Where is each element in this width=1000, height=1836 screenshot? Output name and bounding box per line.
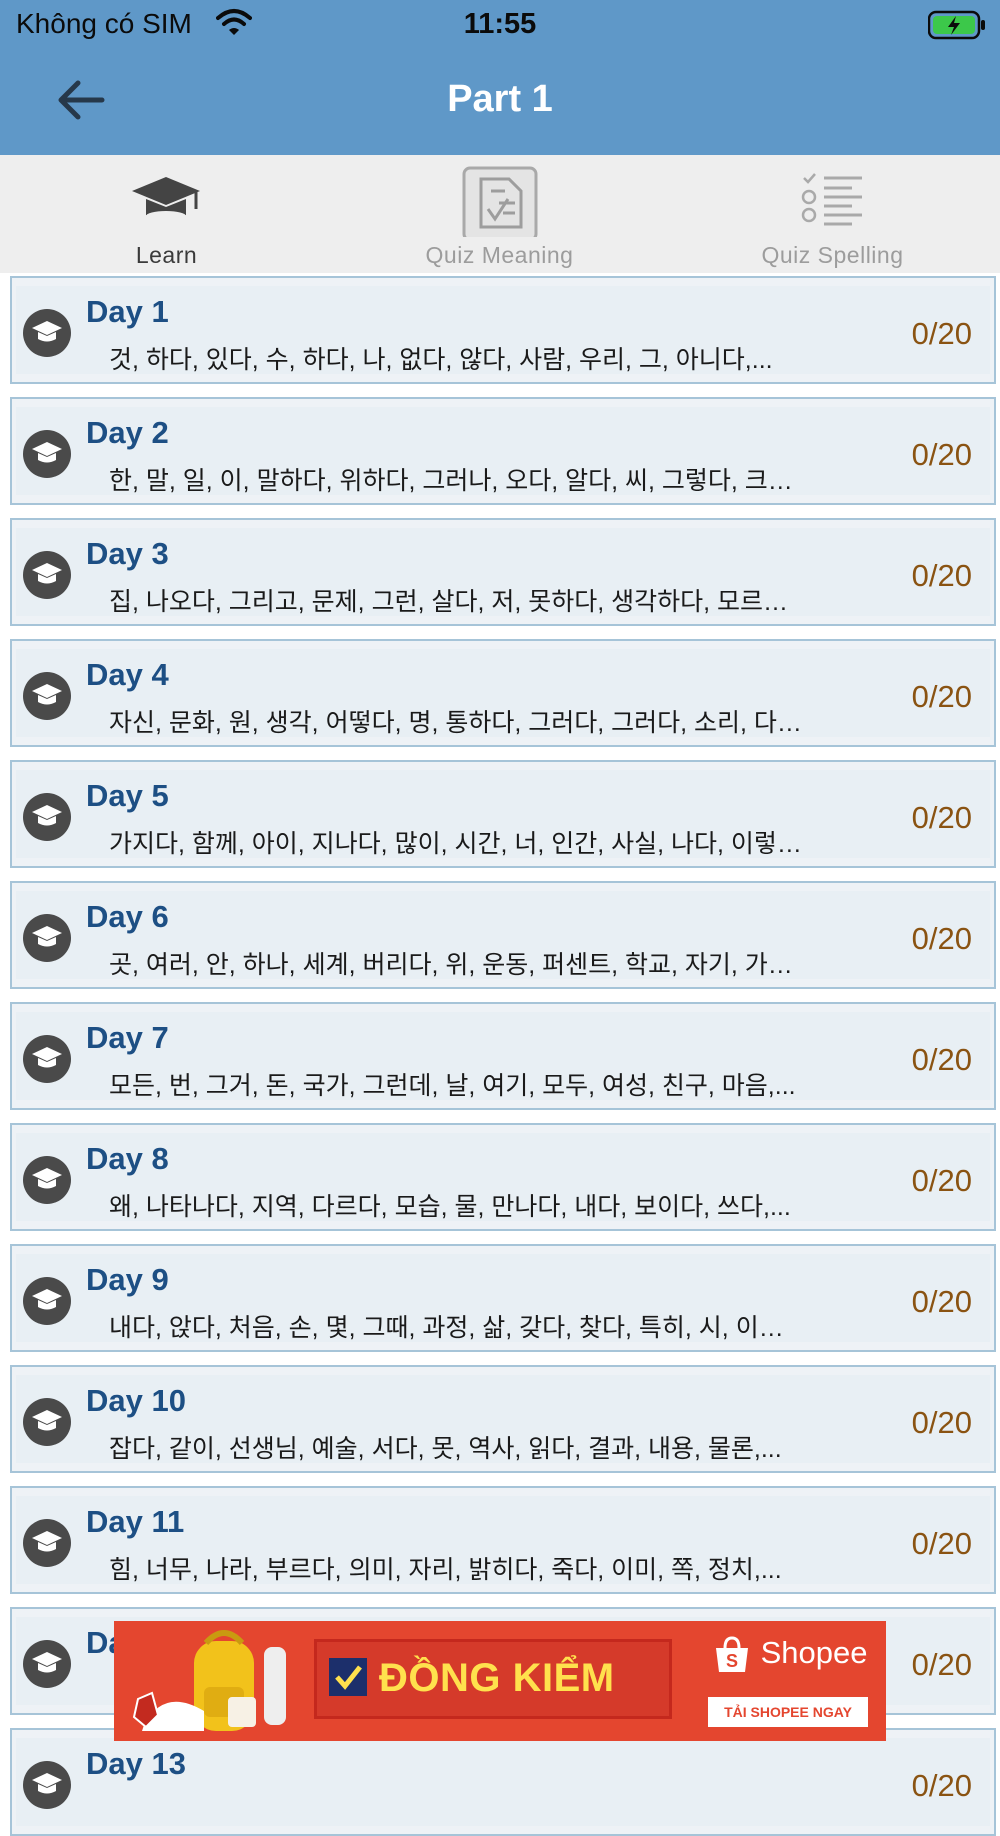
- list-item[interactable]: Day 5 가지다, 함께, 아이, 지나다, 많이, 시간, 너, 인간, 사…: [10, 760, 996, 868]
- app-header: Không có SIM 11:55 Part 1: [0, 0, 1000, 155]
- day-progress: 0/20: [911, 437, 972, 472]
- day-progress: 0/20: [911, 1526, 972, 1561]
- list-item[interactable]: Day 3 집, 나오다, 그리고, 문제, 그런, 살다, 저, 못하다, 생…: [10, 518, 996, 626]
- tab-bar: Learn Quiz Meaning Quiz Spelling: [0, 155, 1000, 273]
- page-title: Part 1: [447, 78, 553, 120]
- shopping-bag-icon: S: [716, 1636, 748, 1672]
- day-progress: 0/20: [911, 316, 972, 351]
- day-title: Day 8: [86, 1141, 169, 1176]
- day-progress: 0/20: [911, 1163, 972, 1198]
- day-progress: 0/20: [911, 800, 972, 835]
- graduation-cap-icon: [23, 551, 71, 599]
- day-words: 것, 하다, 있다, 수, 하다, 나, 없다, 않다, 사람, 우리, 그, …: [109, 346, 773, 374]
- list-item[interactable]: Day 1 것, 하다, 있다, 수, 하다, 나, 없다, 않다, 사람, 우…: [10, 276, 996, 384]
- battery-icon: [927, 10, 988, 45]
- tab-learn-label: Learn: [135, 242, 198, 268]
- list-item[interactable]: Day 2 한, 말, 일, 이, 말하다, 위하다, 그러나, 오다, 알다,…: [10, 397, 996, 505]
- graduation-cap-icon: [23, 309, 71, 357]
- day-words: 가지다, 함께, 아이, 지나다, 많이, 시간, 너, 인간, 사실, 나다,…: [109, 830, 802, 858]
- day-words: 곳, 여러, 안, 하나, 세계, 버리다, 위, 운동, 퍼센트, 학교, 자…: [109, 951, 793, 979]
- svg-text:S: S: [726, 1651, 738, 1671]
- day-words: 한, 말, 일, 이, 말하다, 위하다, 그러나, 오다, 알다, 씨, 그렇…: [109, 467, 793, 495]
- day-progress: 0/20: [911, 1284, 972, 1319]
- graduation-cap-icon: [23, 1035, 71, 1083]
- list-item[interactable]: Day 10 잡다, 같이, 선생님, 예술, 서다, 못, 역사, 읽다, 결…: [10, 1365, 996, 1473]
- tab-learn[interactable]: Learn: [0, 155, 333, 273]
- graduation-cap-icon: [23, 1761, 71, 1809]
- checklist-icon: [666, 165, 999, 237]
- status-time: 11:55: [463, 8, 537, 40]
- day-words: 모든, 번, 그거, 돈, 국가, 그런데, 날, 여기, 모두, 여성, 친구…: [109, 1072, 796, 1100]
- day-title: Day 5: [86, 778, 169, 813]
- day-title: Day 6: [86, 899, 169, 934]
- day-title: Day 10: [86, 1383, 186, 1418]
- graduation-cap-icon: [23, 1398, 71, 1446]
- graduation-cap-icon: [23, 1277, 71, 1325]
- shopee-brand: S Shopee: [712, 1635, 868, 1674]
- quiz-document-icon: [333, 165, 666, 242]
- list-item[interactable]: Day 13 0/20: [10, 1728, 996, 1836]
- graduation-cap-icon: [23, 672, 71, 720]
- tab-quiz-spelling[interactable]: Quiz Spelling: [666, 155, 999, 273]
- day-words: 힘, 너무, 나라, 부르다, 의미, 자리, 밝히다, 죽다, 이미, 쪽, …: [109, 1556, 782, 1584]
- tab-quiz-meaning-label: Quiz Meaning: [425, 242, 574, 268]
- list-item[interactable]: Day 4 자신, 문화, 원, 생각, 어떻다, 명, 통하다, 그러다, 그…: [10, 639, 996, 747]
- day-words: 집, 나오다, 그리고, 문제, 그런, 살다, 저, 못하다, 생각하다, 모…: [109, 588, 789, 616]
- tab-quiz-spelling-label: Quiz Spelling: [761, 242, 904, 268]
- list-item[interactable]: Day 11 힘, 너무, 나라, 부르다, 의미, 자리, 밝히다, 죽다, …: [10, 1486, 996, 1594]
- day-title: Day 9: [86, 1262, 169, 1297]
- day-words: 잡다, 같이, 선생님, 예술, 서다, 못, 역사, 읽다, 결과, 내용, …: [109, 1435, 782, 1463]
- graduation-cap-icon: [0, 165, 333, 237]
- download-shopee-button[interactable]: TẢI SHOPEE NGAY: [708, 1697, 868, 1727]
- day-progress: 0/20: [911, 921, 972, 956]
- day-words: 왜, 나타나다, 지역, 다르다, 모습, 물, 만나다, 내다, 보이다, 쓰…: [109, 1193, 791, 1221]
- shopee-label: Shopee: [760, 1635, 868, 1670]
- graduation-cap-icon: [23, 1640, 71, 1688]
- day-title: Day 1: [86, 294, 169, 329]
- day-title: Day 4: [86, 657, 169, 692]
- day-progress: 0/20: [911, 558, 972, 593]
- graduation-cap-icon: [23, 914, 71, 962]
- day-progress: 0/20: [911, 1042, 972, 1077]
- ad-slogan: ĐỒNG KIỂM: [379, 1656, 615, 1700]
- ad-banner[interactable]: ĐỒNG KIỂM S Shopee TẢI SHOPEE NGAY: [114, 1621, 886, 1741]
- tab-quiz-meaning[interactable]: Quiz Meaning: [333, 155, 666, 273]
- graduation-cap-icon: [23, 1156, 71, 1204]
- day-title: Day 11: [86, 1504, 185, 1539]
- day-title: Day 13: [86, 1746, 186, 1781]
- backpack-icon: [132, 1630, 286, 1731]
- list-item[interactable]: Day 8 왜, 나타나다, 지역, 다르다, 모습, 물, 만나다, 내다, …: [10, 1123, 996, 1231]
- graduation-cap-icon: [23, 793, 71, 841]
- day-progress: 0/20: [911, 679, 972, 714]
- day-progress: 0/20: [911, 1405, 972, 1440]
- day-progress: 0/20: [911, 1647, 972, 1682]
- ad-slogan-box: ĐỒNG KIỂM: [314, 1639, 672, 1719]
- status-bar: Không có SIM 11:55: [0, 0, 1000, 50]
- day-title: Day 7: [86, 1020, 169, 1055]
- checkmark-icon: [329, 1658, 367, 1696]
- day-title: Day 2: [86, 415, 169, 450]
- day-words: 자신, 문화, 원, 생각, 어떻다, 명, 통하다, 그러다, 그러다, 소리…: [109, 709, 802, 737]
- graduation-cap-icon: [23, 430, 71, 478]
- list-item[interactable]: Day 7 모든, 번, 그거, 돈, 국가, 그런데, 날, 여기, 모두, …: [10, 1002, 996, 1110]
- list-item[interactable]: Day 6 곳, 여러, 안, 하나, 세계, 버리다, 위, 운동, 퍼센트,…: [10, 881, 996, 989]
- list-item[interactable]: Day 9 내다, 앉다, 처음, 손, 몇, 그때, 과정, 삶, 갖다, 찾…: [10, 1244, 996, 1352]
- day-words: 내다, 앉다, 처음, 손, 몇, 그때, 과정, 삶, 갖다, 찾다, 특히,…: [109, 1314, 784, 1342]
- day-progress: 0/20: [911, 1768, 972, 1803]
- day-title: Day 3: [86, 536, 169, 571]
- graduation-cap-icon: [23, 1519, 71, 1567]
